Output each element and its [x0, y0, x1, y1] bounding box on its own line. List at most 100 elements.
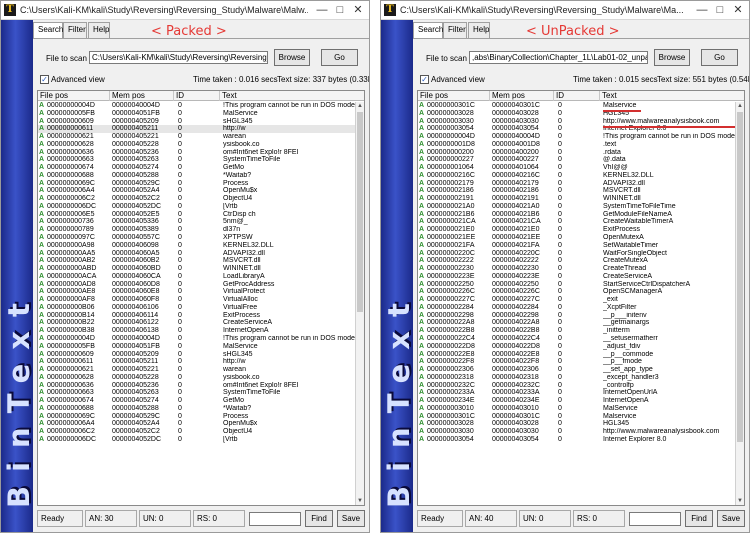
- table-row[interactable]: A 0000000021E0 0000004021E0 0 ExitProcess: [418, 226, 736, 234]
- table-row[interactable]: A 000000002186 000000402186 0 MSVCRT.dll: [418, 187, 736, 195]
- table-row[interactable]: A 0000000006C2 0000004052C2 0 ObjectU4: [38, 195, 356, 203]
- title-bar[interactable]: T C:\Users\Kali-KM\kali\Study\Reversing\…: [381, 1, 749, 20]
- table-row[interactable]: A 0000000005FB 0000004051FB 0 MalService: [38, 343, 356, 351]
- table-row[interactable]: A 0000000022C4 0000004022C4 0 __setusermathe…: [418, 335, 736, 343]
- table-row[interactable]: A 000000002284 000000402284 0 _XcptFilter: [418, 304, 736, 312]
- table-row[interactable]: A 00000000227C 00000040227C 0 _exit: [418, 296, 736, 304]
- tab-help[interactable]: Help: [468, 22, 490, 38]
- table-row[interactable]: A 0000000001D8 0000004001D8 0 .text: [418, 141, 736, 149]
- scroll-down-icon[interactable]: ▼: [356, 497, 364, 505]
- column-header-file-pos[interactable]: File pos: [418, 91, 490, 101]
- table-row[interactable]: A 000000000663 000000405263 0 SystemTimeToFi…: [38, 156, 356, 164]
- vertical-scrollbar[interactable]: ▲ ▼: [355, 102, 364, 505]
- table-row[interactable]: A 0000000022B8 0000004022B8 0 _initterm: [418, 327, 736, 335]
- table-row[interactable]: A 00000000069C 00000040529C 0 Process: [38, 413, 356, 421]
- table-row[interactable]: A 000000000736 000000405336 0 5nm@_: [38, 218, 356, 226]
- find-button[interactable]: Find: [305, 510, 333, 527]
- column-header-id[interactable]: ID: [174, 91, 220, 101]
- table-row[interactable]: A 000000000611 000000405211 0 http://w: [38, 125, 356, 134]
- column-header-mem-pos[interactable]: Mem pos: [490, 91, 554, 101]
- table-row[interactable]: A 000000000621 000000405221 0 warean: [38, 133, 356, 141]
- table-row[interactable]: A 000000001064 000000401064 0 VhI@@: [418, 164, 736, 172]
- table-row[interactable]: A 00000000004D 00000040004D 0 !This program …: [38, 335, 356, 343]
- scroll-thumb[interactable]: [737, 112, 743, 442]
- find-input[interactable]: [629, 512, 681, 526]
- minimize-button[interactable]: —: [313, 2, 331, 18]
- table-row[interactable]: A 00000000069C 00000040529C 0 Process: [38, 180, 356, 188]
- table-row[interactable]: A 000000002230 000000402230 0 CreateThread: [418, 265, 736, 273]
- browse-button[interactable]: Browse: [654, 49, 690, 66]
- table-row[interactable]: A 000000000AA5 0000004060A5 0 ADVAPI32.dll: [38, 250, 356, 258]
- tab-filter[interactable]: Filter: [63, 22, 87, 38]
- close-button[interactable]: ✕: [729, 2, 747, 18]
- table-row[interactable]: A 00000000220C 00000040220C 0 WaitForSingleO…: [418, 250, 736, 258]
- table-row[interactable]: A 0000000021FA 0000004021FA 0 SetWaitableTim…: [418, 242, 736, 250]
- table-row[interactable]: A 00000000004D 00000040004D 0 !This program …: [418, 133, 736, 141]
- table-row[interactable]: A 0000000022D8 0000004022D8 0 _adjust_fdiv: [418, 343, 736, 351]
- find-button[interactable]: Find: [685, 510, 713, 527]
- table-row[interactable]: A 000000002179 000000402179 0 ADVAPI32.dll: [418, 180, 736, 188]
- table-row[interactable]: A 0000000006DC 0000004052DC 0 [Vrtb: [38, 436, 356, 444]
- table-row[interactable]: A 00000000234E 00000040234E 0 InternetOpenA: [418, 397, 736, 405]
- table-row[interactable]: A 000000003030 000000403030 0 http://www.mal…: [418, 118, 736, 126]
- table-row[interactable]: A 000000000A98 000000406098 0 KERNEL32.DLL: [38, 242, 356, 250]
- table-row[interactable]: A 00000000226C 00000040226C 0 OpenSCManagerA: [418, 288, 736, 296]
- column-header-mem-pos[interactable]: Mem pos: [110, 91, 174, 101]
- close-button[interactable]: ✕: [349, 2, 367, 18]
- table-row[interactable]: A 000000002191 000000402191 0 WININET.dll: [418, 195, 736, 203]
- tab-filter[interactable]: Filter: [443, 22, 467, 38]
- table-row[interactable]: A 00000000216C 00000040216C 0 KERNEL32.DLL: [418, 172, 736, 180]
- minimize-button[interactable]: —: [693, 2, 711, 18]
- file-path-input[interactable]: ,abs\BinaryCollection\Chapter_1L\Lab01-0…: [469, 51, 648, 64]
- scroll-up-icon[interactable]: ▲: [356, 102, 364, 110]
- table-row[interactable]: A 0000000022E8 0000004022E8 0 __p__commode: [418, 351, 736, 359]
- table-row[interactable]: A 000000000674 000000405274 0 GetMo: [38, 397, 356, 405]
- save-button[interactable]: Save: [717, 510, 745, 527]
- table-row[interactable]: A 000000000628 000000405228 0 ysisbook.co: [38, 374, 356, 382]
- table-row[interactable]: A 000000003030 000000403030 0 http://www.mal…: [418, 428, 736, 436]
- table-row[interactable]: A 0000000022A8 0000004022A8 0 __getmainargs: [418, 319, 736, 327]
- table-row[interactable]: A 000000002306 000000402306 0 __set_app_type: [418, 366, 736, 374]
- table-row[interactable]: A 000000000B06 000000406106 0 VirtualFree: [38, 304, 356, 312]
- table-row[interactable]: A 00000000223E 00000040223E 0 CreateServiceA: [418, 273, 736, 281]
- table-row[interactable]: A 000000000674 000000405274 0 GetMo: [38, 164, 356, 172]
- table-row[interactable]: A 000000000636 000000405236 0 om#Int6net Exp…: [38, 382, 356, 390]
- table-row[interactable]: A 0000000021B6 0000004021B6 0 GetModuleFileN…: [418, 211, 736, 219]
- advanced-view-checkbox[interactable]: ✓: [420, 75, 429, 84]
- column-header-text[interactable]: Text: [600, 91, 744, 101]
- table-row[interactable]: A 0000000006A4 0000004052A4 0 OpenMu$x: [38, 187, 356, 195]
- table-row[interactable]: A 000000000636 000000405236 0 om#Int6net Exp…: [38, 149, 356, 157]
- table-row[interactable]: A 000000000621 000000405221 0 warean: [38, 366, 356, 374]
- table-row[interactable]: A 000000000AD8 0000004060D8 0 GetProcAddress: [38, 281, 356, 289]
- table-row[interactable]: A 000000000B22 000000406122 0 CreateServiceA: [38, 319, 356, 327]
- column-header-id[interactable]: ID: [554, 91, 600, 101]
- table-row[interactable]: A 000000000688 000000405288 0 *Waitab?: [38, 405, 356, 413]
- table-row[interactable]: A 000000000663 000000405263 0 SystemTimeToFi…: [38, 389, 356, 397]
- table-row[interactable]: A 0000000021CA 0000004021CA 0 CreateWaitable…: [418, 218, 736, 226]
- table-row[interactable]: A 000000000611 000000405211 0 http://w: [38, 358, 356, 366]
- scroll-down-icon[interactable]: ▼: [736, 497, 744, 505]
- table-row[interactable]: A 000000000AF8 0000004060F8 0 VirtualAlloc: [38, 296, 356, 304]
- table-row[interactable]: A 000000000609 000000405209 0 sHGL345: [38, 118, 356, 126]
- tab-help[interactable]: Help: [88, 22, 110, 38]
- table-row[interactable]: A 000000000628 000000405228 0 ysisbook.co: [38, 141, 356, 149]
- scroll-up-icon[interactable]: ▲: [736, 102, 744, 110]
- go-button[interactable]: Go: [701, 49, 738, 66]
- table-row[interactable]: A 00000000004D 00000040004D 0 !This program …: [38, 102, 356, 110]
- column-header-text[interactable]: Text: [220, 91, 364, 101]
- table-row[interactable]: A 000000002298 000000402298 0 __p___initenv: [418, 312, 736, 320]
- table-row[interactable]: A 000000000AE8 0000004060E8 0 VirtualProtect: [38, 288, 356, 296]
- tab-search[interactable]: Search: [413, 22, 443, 39]
- table-row[interactable]: A 0000000021A0 0000004021A0 0 SystemTimeToFi…: [418, 203, 736, 211]
- go-button[interactable]: Go: [321, 49, 358, 66]
- table-row[interactable]: A 0000000006DC 0000004052DC 0 [Vrtb: [38, 203, 356, 211]
- table-row[interactable]: A 000000000ABD 0000004060BD 0 WININET.dll: [38, 265, 356, 273]
- table-row[interactable]: A 0000000006E5 0000004052E5 0 CtrDisp ch: [38, 211, 356, 219]
- table-row[interactable]: A 0000000021EE 0000004021EE 0 OpenMutexA: [418, 234, 736, 242]
- vertical-scrollbar[interactable]: ▲ ▼: [735, 102, 744, 505]
- table-row[interactable]: A 0000000005FB 0000004051FB 0 MalService: [38, 110, 356, 118]
- table-row[interactable]: A 000000003054 000000403054 0 Internet Explo…: [418, 436, 736, 444]
- table-row[interactable]: A 000000000227 000000400227 0 @.data: [418, 156, 736, 164]
- column-header-file-pos[interactable]: File pos: [38, 91, 110, 101]
- table-row[interactable]: A 00000000232C 00000040232C 0 _controlfp: [418, 382, 736, 390]
